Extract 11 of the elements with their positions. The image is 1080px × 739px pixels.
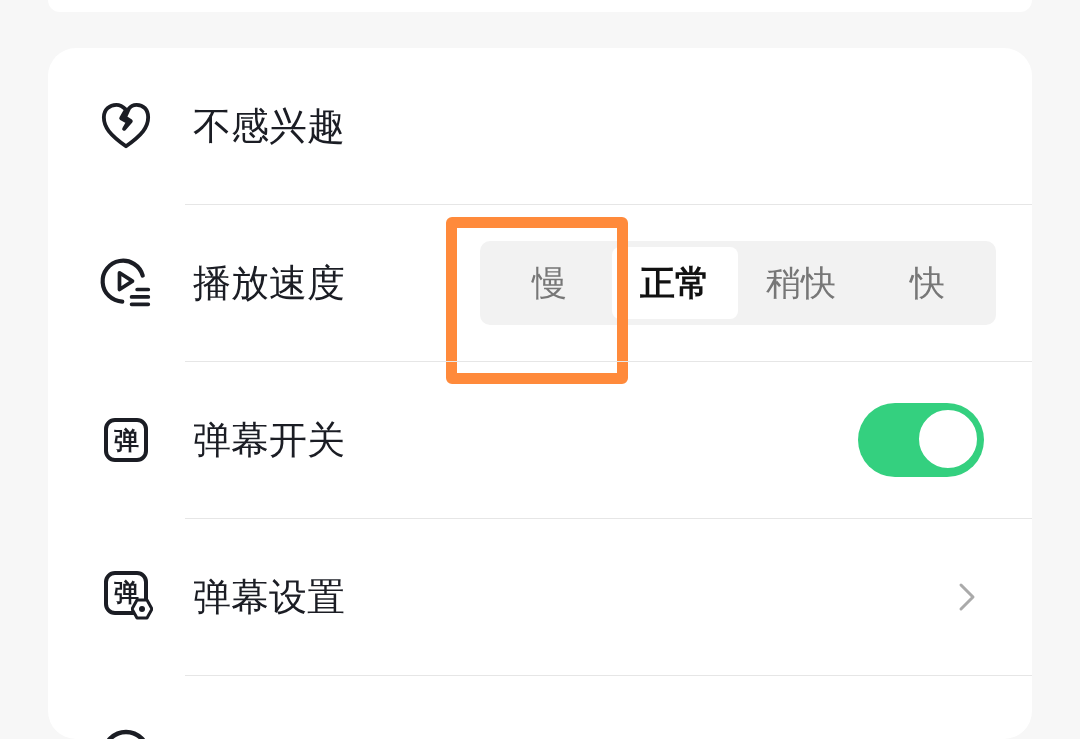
speed-option[interactable]: 快 xyxy=(864,247,990,319)
menu-label: 播放速度 xyxy=(193,259,345,307)
speed-option[interactable]: 稍快 xyxy=(738,247,864,319)
menu-label: 弹幕开关 xyxy=(193,416,345,464)
broken-heart-icon xyxy=(100,101,152,151)
menu-label: 弹幕设置 xyxy=(193,573,345,621)
menu-label: 不感兴趣 xyxy=(193,102,345,150)
speed-option[interactable]: 慢 xyxy=(486,247,612,319)
danmaku-icon: 弹 xyxy=(104,418,148,462)
speed-option[interactable]: 正常 xyxy=(612,247,738,319)
chevron-right-icon xyxy=(958,582,976,612)
